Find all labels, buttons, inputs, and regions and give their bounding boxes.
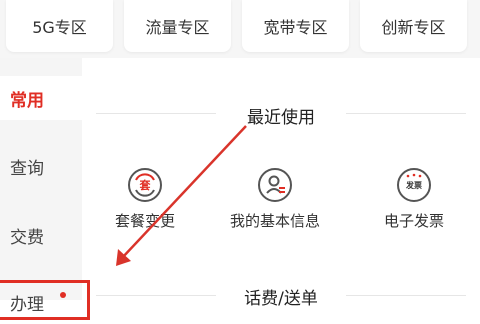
top-zone-bar: 5G专区 流量专区 宽带专区 创新专区 [0,0,480,58]
sidebar-item-payment[interactable]: 交费 [0,213,82,257]
zone-card-5g[interactable]: 5G专区 [6,0,113,52]
package-change-icon: 套 [128,168,162,202]
sidebar-item-query[interactable]: 查询 [0,144,82,188]
section-title-bill: 话费/送单 [244,289,318,309]
feature-user-profile[interactable]: 我的基本信息 [215,168,335,231]
zone-card-broadband[interactable]: 宽带专区 [242,0,349,52]
feature-label-package-change: 套餐变更 [114,212,175,230]
zone-card-innovation[interactable]: 创新专区 [360,0,467,52]
annotation-highlight-box [0,280,90,320]
invoice-icon-glyph: 发票 [406,181,422,190]
user-profile-icon [258,168,292,202]
invoice-icon: 发票 [397,168,431,202]
feature-label-user-profile: 我的基本信息 [229,212,320,230]
feature-label-e-invoice: 电子发票 [383,212,444,230]
package-icon-glyph: 套 [139,179,151,192]
feature-e-invoice[interactable]: 发票 电子发票 [354,168,474,231]
section-title-recent: 最近使用 [247,108,315,128]
sidebar-item-common[interactable]: 常用 [0,76,82,120]
feature-package-change[interactable]: 套 套餐变更 [85,168,205,231]
zone-card-traffic[interactable]: 流量专区 [124,0,231,52]
